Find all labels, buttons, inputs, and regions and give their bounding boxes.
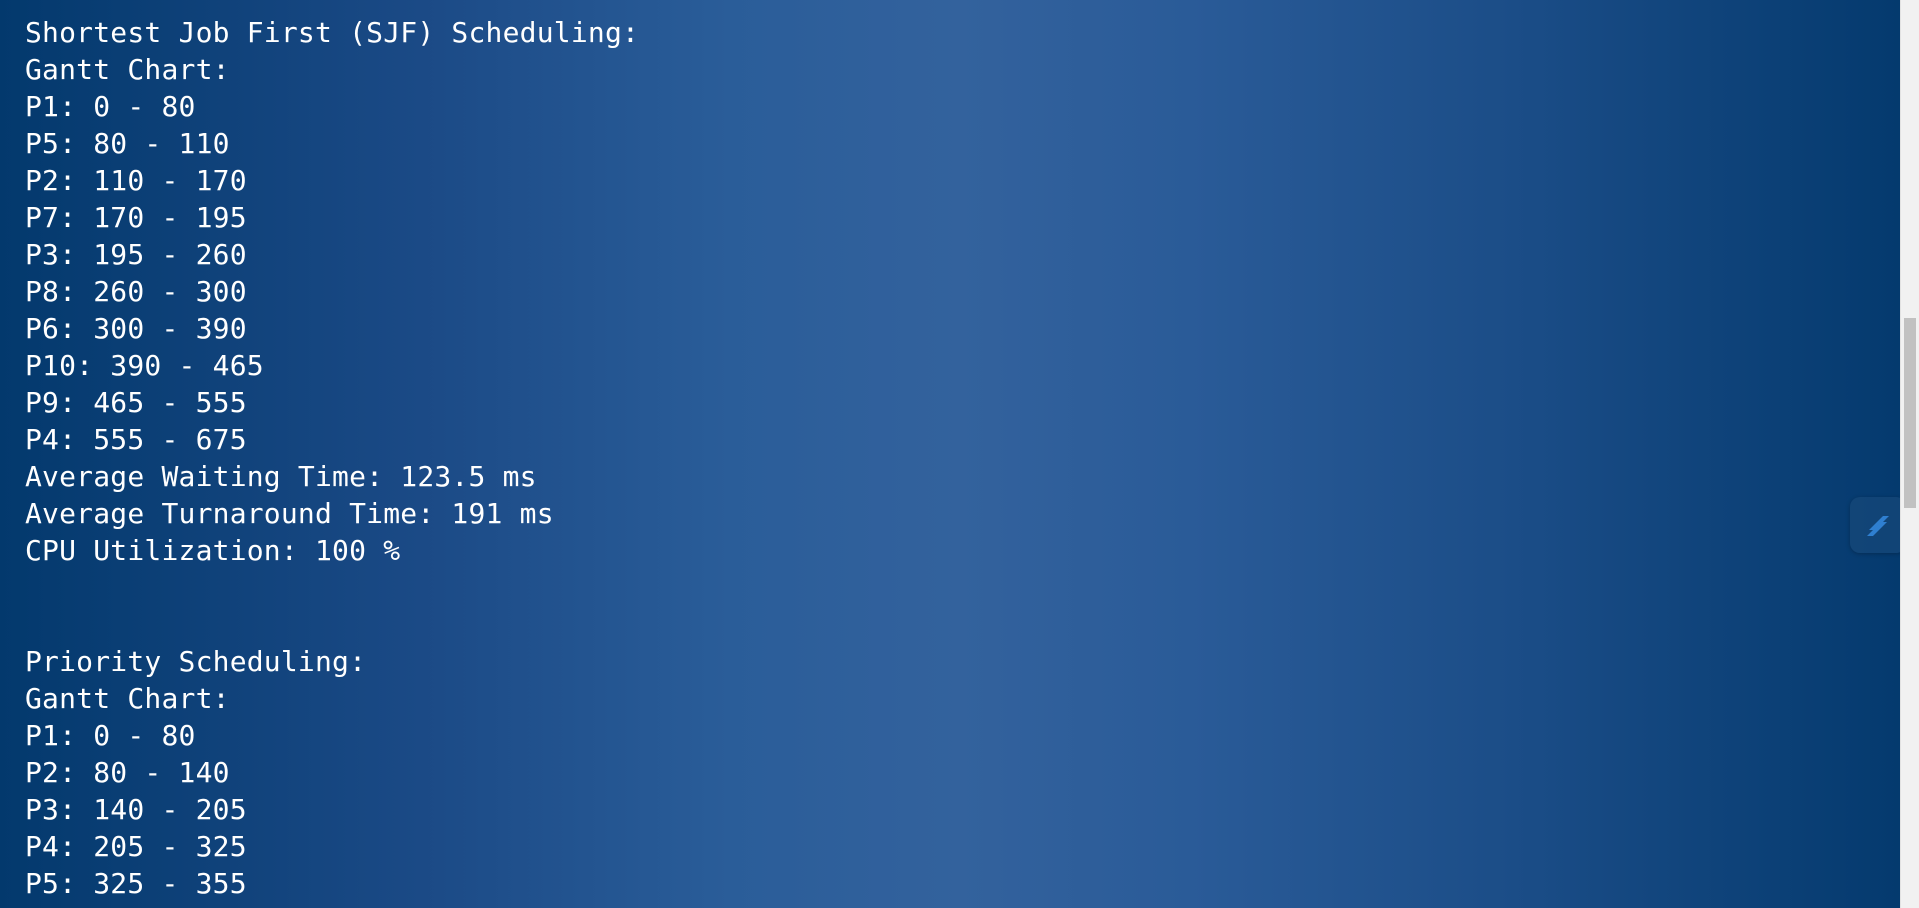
gantt-entry: P1: 0 - 80 [25,90,196,123]
gantt-entry: P5: 325 - 355 [25,867,247,900]
slash-logo-icon [1867,516,1889,536]
gantt-entry: P1: 0 - 80 [25,719,196,752]
gantt-entry: P6: 300 - 390 [25,312,247,345]
section-title-sjf: Shortest Job First (SJF) Scheduling: [25,16,640,49]
gantt-entry: P8: 260 - 300 [25,275,247,308]
gantt-entry: P10: 390 - 465 [25,349,264,382]
gantt-entry: P7: 170 - 195 [25,201,247,234]
scrollbar-thumb[interactable] [1904,318,1916,508]
floating-extension-button[interactable] [1850,497,1906,553]
gantt-entry: P5: 80 - 110 [25,127,230,160]
gantt-entry: P4: 555 - 675 [25,423,247,456]
average-waiting-time: Average Waiting Time: 123.5 ms [25,460,537,493]
gantt-entry: P3: 195 - 260 [25,238,247,271]
gantt-entry: P9: 465 - 555 [25,386,247,419]
gantt-entry: P4: 205 - 325 [25,830,247,863]
section-title-priority: Priority Scheduling: [25,645,367,678]
gantt-entry: P2: 80 - 140 [25,756,230,789]
vertical-scrollbar[interactable] [1900,0,1919,908]
gantt-chart-label: Gantt Chart: [25,53,230,86]
gantt-entry: P3: 140 - 205 [25,793,247,826]
cpu-utilization: CPU Utilization: 100 % [25,534,401,567]
console-output: Shortest Job First (SJF) Scheduling: Gan… [25,14,639,902]
average-turnaround-time: Average Turnaround Time: 191 ms [25,497,554,530]
gantt-entry: P2: 110 - 170 [25,164,247,197]
gantt-chart-label: Gantt Chart: [25,682,230,715]
